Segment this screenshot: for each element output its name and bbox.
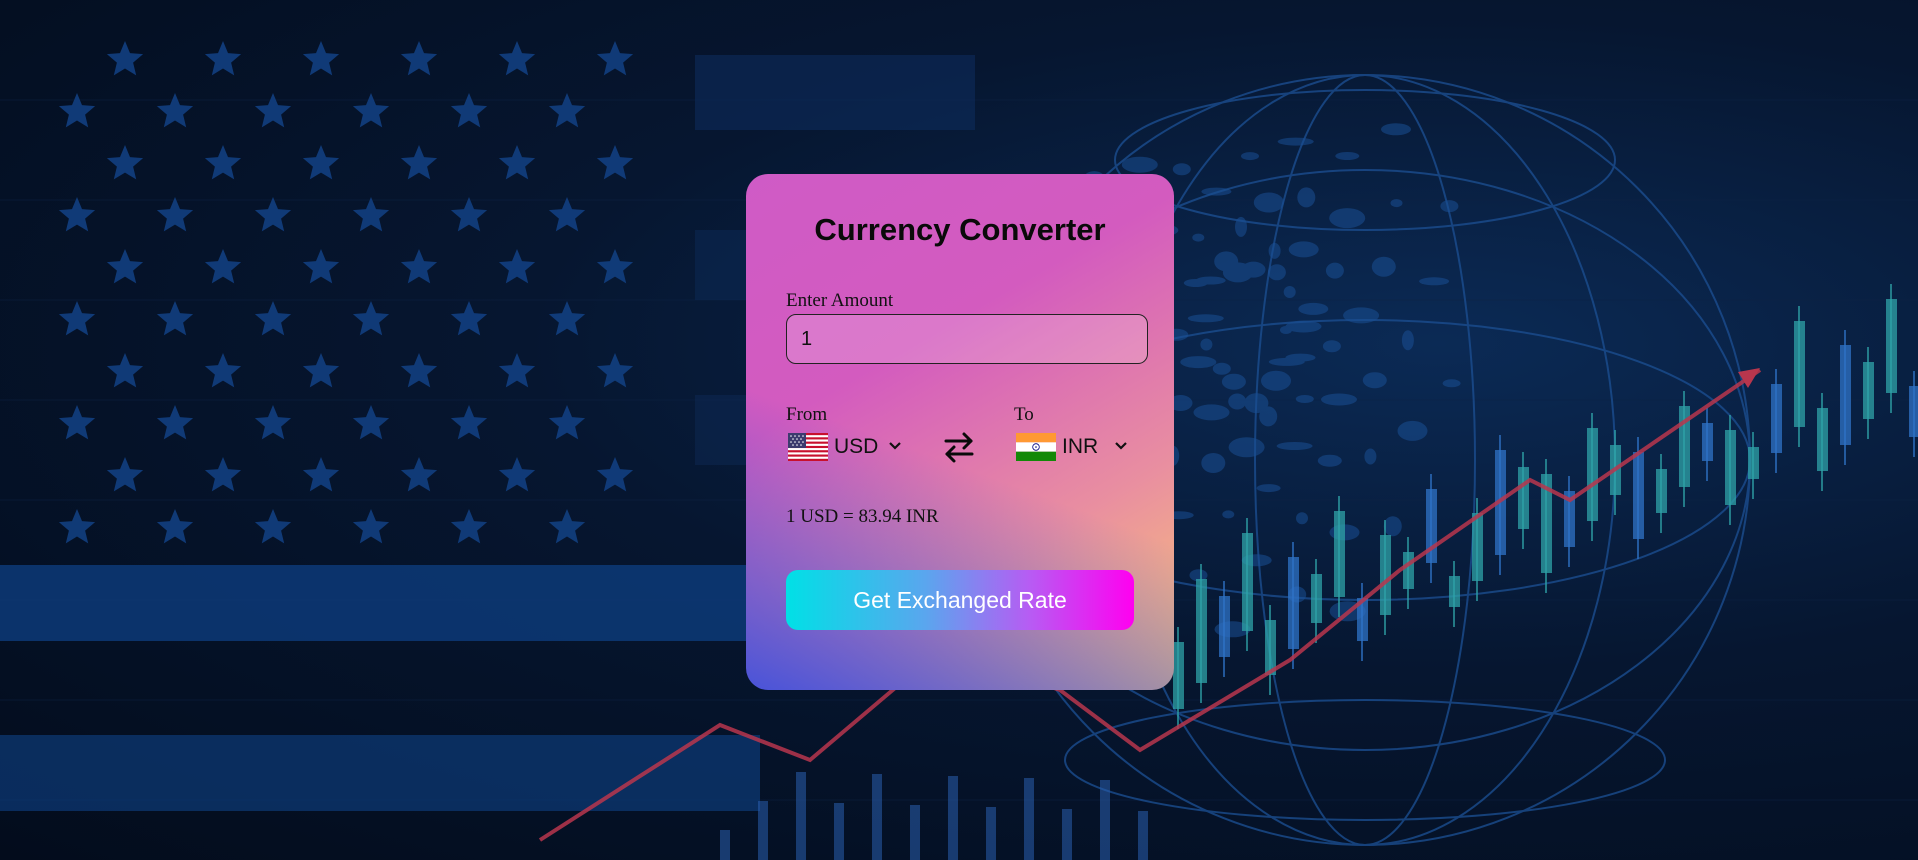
from-currency-code: USD bbox=[834, 435, 879, 458]
app-title: Currency Converter bbox=[814, 212, 1106, 247]
from-currency-select[interactable]: USD bbox=[788, 430, 902, 464]
to-currency-select[interactable]: INR bbox=[1016, 430, 1128, 464]
amount-input[interactable] bbox=[786, 314, 1148, 364]
chevron-down-icon bbox=[888, 438, 902, 456]
chevron-down-icon bbox=[1114, 438, 1128, 456]
exchange-rate-text: 1 USD = 83.94 INR bbox=[786, 506, 939, 527]
amount-label: Enter Amount bbox=[786, 290, 894, 311]
converter-card: Currency Converter Enter Amount From To bbox=[746, 174, 1174, 690]
to-label: To bbox=[1014, 404, 1034, 425]
india-flag-icon bbox=[1016, 433, 1056, 461]
from-label: From bbox=[786, 404, 828, 425]
us-flag-icon bbox=[788, 433, 828, 461]
swap-icon[interactable] bbox=[942, 430, 976, 464]
to-currency-code: INR bbox=[1062, 435, 1099, 458]
get-exchange-rate-button[interactable]: Get Exchanged Rate bbox=[786, 570, 1134, 630]
